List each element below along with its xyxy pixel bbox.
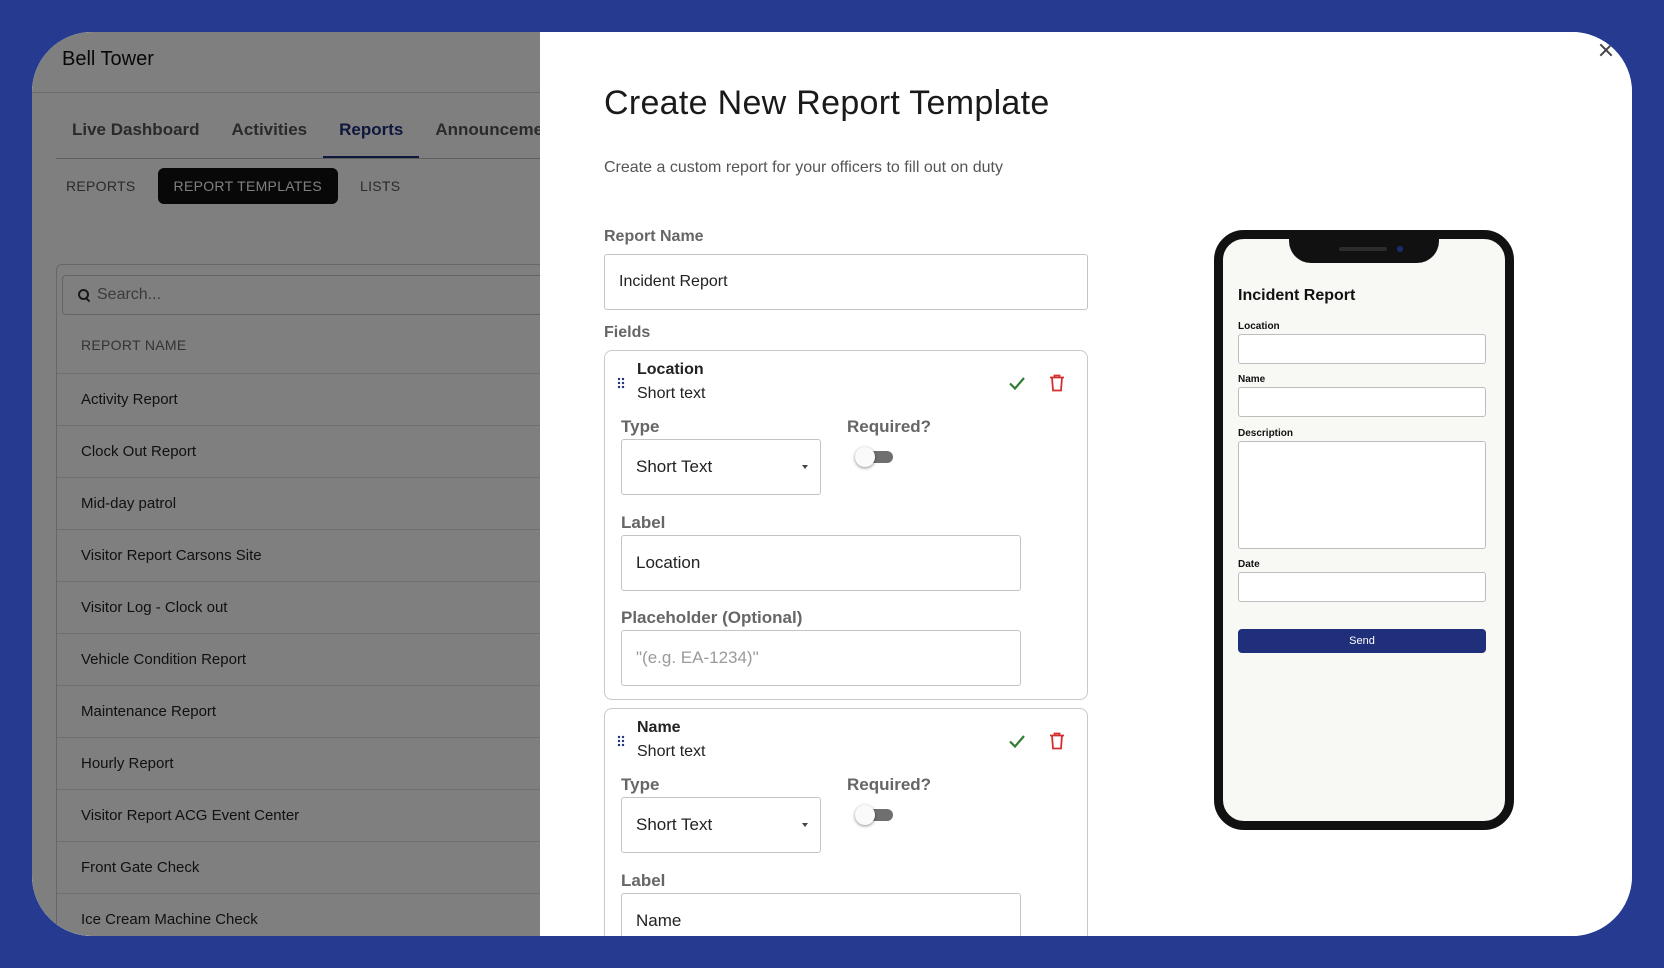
required-label: Required? xyxy=(847,417,932,436)
app-window: Bell Tower Live Dashboard Activities Rep… xyxy=(32,32,1632,936)
preview-input xyxy=(1238,334,1486,364)
chevron-down-icon xyxy=(802,823,808,827)
modal-subtitle: Create a custom report for your officers… xyxy=(604,159,1003,176)
subtab-report-templates[interactable]: REPORT TEMPLATES xyxy=(157,168,339,204)
type-select-value: Short Text xyxy=(636,457,713,476)
drag-handle-icon[interactable] xyxy=(617,735,625,747)
preview-title: Incident Report xyxy=(1238,287,1356,304)
modal-title: Create New Report Template xyxy=(604,84,1050,122)
label-label: Label xyxy=(621,871,666,890)
label-input[interactable] xyxy=(621,893,1021,936)
preview-send-button: Send xyxy=(1238,629,1486,653)
preview-input xyxy=(1238,572,1486,602)
required-toggle[interactable] xyxy=(855,805,895,825)
tab-live-dashboard[interactable]: Live Dashboard xyxy=(56,106,216,158)
column-header-report-name[interactable]: REPORT NAME xyxy=(81,337,186,353)
phone-speaker xyxy=(1339,247,1387,251)
close-icon[interactable] xyxy=(1598,42,1614,58)
preview-field-label: Description xyxy=(1238,428,1294,439)
field-card-location: Location Short text Type Short Text Requ… xyxy=(604,350,1088,700)
org-title: Bell Tower xyxy=(62,48,154,70)
field-type-display: Short text xyxy=(637,385,706,402)
fields-label: Fields xyxy=(604,324,651,341)
drag-handle-icon[interactable] xyxy=(617,377,625,389)
field-card-name: Name Short text Type Short Text Required… xyxy=(604,708,1088,936)
preview-input xyxy=(1238,387,1486,417)
subtab-reports[interactable]: REPORTS xyxy=(58,168,144,204)
chevron-down-icon xyxy=(802,465,808,469)
preview-field-label: Date xyxy=(1238,559,1260,570)
phone-preview: Incident Report Location Name Descriptio… xyxy=(1214,230,1514,830)
field-type-display: Short text xyxy=(637,743,706,760)
tab-reports[interactable]: Reports xyxy=(323,106,420,158)
main-tabs: Live Dashboard Activities Reports Announ… xyxy=(56,106,575,158)
preview-field-label: Name xyxy=(1238,374,1266,385)
phone-notch xyxy=(1289,239,1439,263)
type-label: Type xyxy=(621,417,660,436)
preview-textarea xyxy=(1238,441,1486,549)
toggle-knob xyxy=(855,447,875,467)
subtab-lists[interactable]: LISTS xyxy=(352,168,408,204)
type-select[interactable]: Short Text xyxy=(621,439,821,495)
placeholder-label: Placeholder (Optional) xyxy=(621,608,803,627)
search-input[interactable] xyxy=(97,286,597,304)
required-label: Required? xyxy=(847,775,932,794)
toggle-knob xyxy=(855,805,875,825)
preview-field-label: Location xyxy=(1238,321,1280,332)
create-template-modal: Create New Report Template Create a cust… xyxy=(540,32,1632,936)
placeholder-input[interactable] xyxy=(621,630,1021,686)
field-name: Name xyxy=(637,719,681,736)
sub-tabs: REPORTS REPORT TEMPLATES LISTS xyxy=(58,168,408,204)
label-label: Label xyxy=(621,513,666,532)
type-select[interactable]: Short Text xyxy=(621,797,821,853)
type-select-value: Short Text xyxy=(636,815,713,834)
report-name-input[interactable] xyxy=(604,254,1088,310)
trash-icon[interactable] xyxy=(1047,373,1067,393)
check-icon[interactable] xyxy=(1007,373,1027,393)
phone-camera-icon xyxy=(1397,246,1403,252)
type-label: Type xyxy=(621,775,660,794)
tab-activities[interactable]: Activities xyxy=(216,106,324,158)
trash-icon[interactable] xyxy=(1047,731,1067,751)
field-name: Location xyxy=(637,361,704,378)
check-icon[interactable] xyxy=(1007,731,1027,751)
required-toggle[interactable] xyxy=(855,447,895,467)
label-input[interactable] xyxy=(621,535,1021,591)
report-name-label: Report Name xyxy=(604,228,704,245)
search-icon xyxy=(77,288,91,302)
